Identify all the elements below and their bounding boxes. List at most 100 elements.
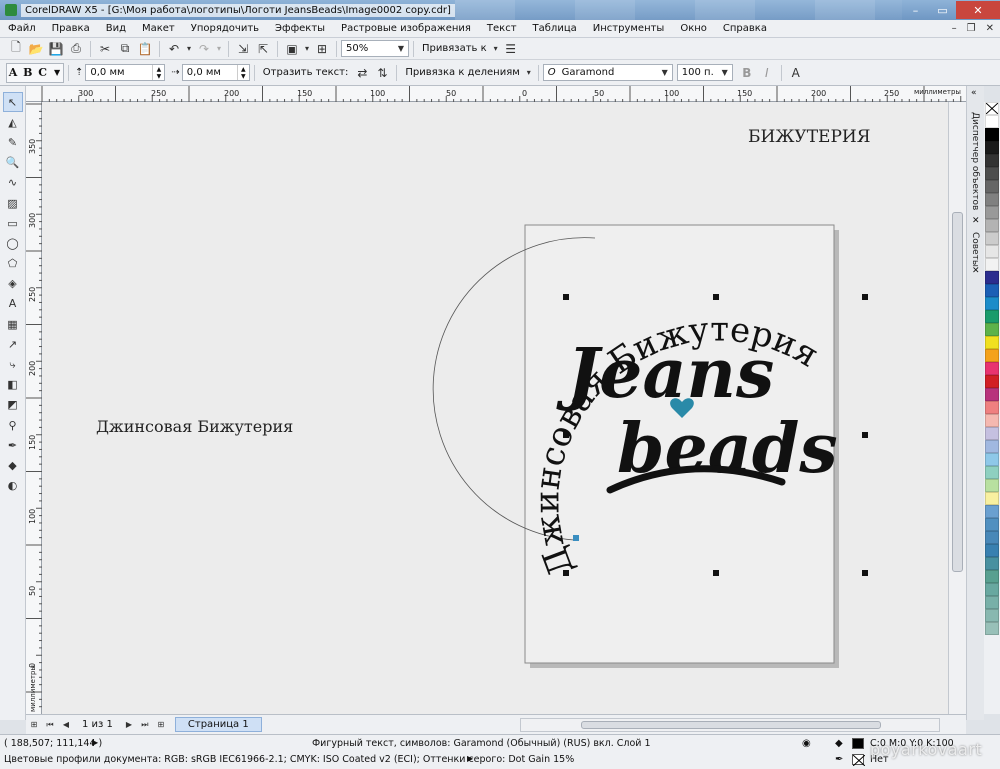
- application-launcher-icon[interactable]: ▣: [282, 40, 302, 58]
- color-swatch[interactable]: [985, 388, 999, 401]
- color-swatch[interactable]: [985, 154, 999, 167]
- menu-edit[interactable]: Правка: [44, 23, 98, 34]
- bold-icon[interactable]: B: [737, 64, 757, 82]
- color-swatch[interactable]: [985, 141, 999, 154]
- smart-fill-icon[interactable]: ▨: [3, 193, 23, 213]
- dimension-tool-icon[interactable]: ↗: [3, 334, 23, 354]
- redo-icon[interactable]: ↷: [194, 40, 214, 58]
- mirror-vertical-icon[interactable]: ⇅: [372, 64, 392, 82]
- menu-help[interactable]: Справка: [715, 23, 775, 34]
- menu-layout[interactable]: Макет: [134, 23, 183, 34]
- color-swatch[interactable]: [985, 466, 999, 479]
- print-icon[interactable]: ⎙: [66, 40, 86, 58]
- path-start-node[interactable]: [573, 535, 579, 541]
- import-icon[interactable]: ⇲: [233, 40, 253, 58]
- no-color-swatch[interactable]: [985, 102, 999, 115]
- pick-tool-icon[interactable]: ↖: [2, 92, 23, 113]
- add-page-after-icon[interactable]: ⊞: [153, 720, 169, 729]
- redo-dropdown-icon[interactable]: ▾: [214, 40, 224, 58]
- outline-pen-icon[interactable]: ✒: [3, 435, 23, 455]
- copy-icon[interactable]: ⧉: [115, 40, 135, 58]
- ellipse-tool-icon[interactable]: ◯: [3, 233, 23, 253]
- menu-bitmaps[interactable]: Растровые изображения: [333, 23, 479, 34]
- color-swatch[interactable]: [985, 479, 999, 492]
- fill-color-icon[interactable]: ◆: [835, 738, 843, 749]
- color-swatch[interactable]: [985, 349, 999, 362]
- open-folder-icon[interactable]: 📂: [26, 40, 46, 58]
- object-manager-tab[interactable]: Диспетчер объектов: [970, 112, 980, 210]
- horizontal-scroll-thumb[interactable]: [581, 720, 881, 729]
- horizontal-offset-input[interactable]: 0,0 мм ▲ ▼: [181, 64, 250, 81]
- mirror-horizontal-icon[interactable]: ⇄: [352, 64, 372, 82]
- outline-pen-icon[interactable]: ✒: [835, 754, 843, 765]
- blend-tool-icon[interactable]: ◧: [3, 375, 23, 395]
- page-tab-1[interactable]: Страница 1: [174, 717, 262, 732]
- handle-top-left[interactable]: [563, 294, 569, 300]
- freehand-tool-icon[interactable]: ∿: [3, 173, 23, 193]
- color-swatch[interactable]: [985, 440, 999, 453]
- basic-shapes-icon[interactable]: ◈: [3, 274, 23, 294]
- doc-restore-icon[interactable]: ❐: [967, 23, 976, 34]
- close-docker-icon[interactable]: ✕: [972, 266, 980, 276]
- color-swatch[interactable]: [985, 401, 999, 414]
- shape-tool-icon[interactable]: ◭: [3, 112, 23, 132]
- color-swatch[interactable]: [985, 362, 999, 375]
- color-swatch[interactable]: [985, 193, 999, 206]
- color-swatch[interactable]: [985, 414, 999, 427]
- color-swatch[interactable]: [985, 115, 999, 128]
- hints-tab[interactable]: Советы: [970, 232, 980, 267]
- eyedropper-tool-icon[interactable]: ⚲: [3, 415, 23, 435]
- fill-tool-icon[interactable]: ◆: [3, 455, 23, 475]
- cut-icon[interactable]: ✂: [95, 40, 115, 58]
- vertical-scroll-thumb[interactable]: [952, 212, 963, 572]
- expand-icon[interactable]: ▶: [92, 738, 98, 747]
- color-swatch[interactable]: [985, 570, 999, 583]
- handle-top-right[interactable]: [862, 294, 868, 300]
- welcome-screen-icon[interactable]: ⊞: [312, 40, 332, 58]
- text-on-path-presets-button[interactable]: A B C ▼: [6, 62, 64, 83]
- horizontal-scrollbar[interactable]: [520, 717, 940, 732]
- color-swatch[interactable]: [985, 609, 999, 622]
- color-swatch[interactable]: [985, 219, 999, 232]
- menu-window[interactable]: Окно: [672, 23, 715, 34]
- color-swatch[interactable]: [985, 258, 999, 271]
- color-swatch[interactable]: [985, 310, 999, 323]
- export-icon[interactable]: ⇱: [253, 40, 273, 58]
- color-swatch[interactable]: [985, 336, 999, 349]
- handle-bottom-left[interactable]: [563, 570, 569, 576]
- color-swatch[interactable]: [985, 167, 999, 180]
- menu-file[interactable]: Файл: [0, 23, 44, 34]
- text-bizhuteria[interactable]: БИЖУТЕРИЯ: [748, 127, 870, 147]
- color-swatch[interactable]: [985, 492, 999, 505]
- handle-bottom-right[interactable]: [862, 570, 868, 576]
- rectangle-tool-icon[interactable]: ▭: [3, 213, 23, 233]
- color-swatch[interactable]: [985, 544, 999, 557]
- distance-from-path-input[interactable]: 0,0 мм ▲ ▼: [85, 64, 166, 81]
- character-formatting-icon[interactable]: A: [786, 64, 806, 82]
- snap-marks-dropdown-icon[interactable]: ▾: [524, 64, 534, 82]
- menu-view[interactable]: Вид: [98, 23, 134, 34]
- snap-to-label[interactable]: Привязать к: [418, 43, 491, 54]
- transparency-tool-icon[interactable]: ◩: [3, 395, 23, 415]
- spin-arrows-icon[interactable]: ▲ ▼: [236, 65, 249, 80]
- color-swatch[interactable]: [985, 518, 999, 531]
- color-swatch[interactable]: [985, 375, 999, 388]
- menu-tools[interactable]: Инструменты: [585, 23, 673, 34]
- interactive-fill-icon[interactable]: ◐: [3, 476, 23, 496]
- menu-arrange[interactable]: Упорядочить: [183, 23, 267, 34]
- color-swatch[interactable]: [985, 427, 999, 440]
- menu-effects[interactable]: Эффекты: [267, 23, 333, 34]
- color-swatch[interactable]: [985, 284, 999, 297]
- zoom-tool-icon[interactable]: 🔍: [3, 153, 23, 173]
- options-icon[interactable]: ☰: [501, 40, 521, 58]
- color-swatch[interactable]: [985, 206, 999, 219]
- vertical-ruler[interactable]: 350 300 250 200 150 100 50 0 миллиметры: [26, 102, 42, 714]
- menu-table[interactable]: Таблица: [525, 23, 585, 34]
- undo-icon[interactable]: ↶: [164, 40, 184, 58]
- smudge-brush-icon[interactable]: ✎: [3, 132, 23, 152]
- doc-close-icon[interactable]: ✕: [986, 23, 994, 34]
- font-list-combo[interactable]: O Garamond ▼: [542, 64, 673, 81]
- handle-top-center[interactable]: [713, 294, 719, 300]
- collapse-docker-icon[interactable]: «: [971, 88, 977, 98]
- drawing-canvas[interactable]: БИЖУТЕРИЯ Джинсовая Бижутерия Jeans bead…: [42, 102, 948, 714]
